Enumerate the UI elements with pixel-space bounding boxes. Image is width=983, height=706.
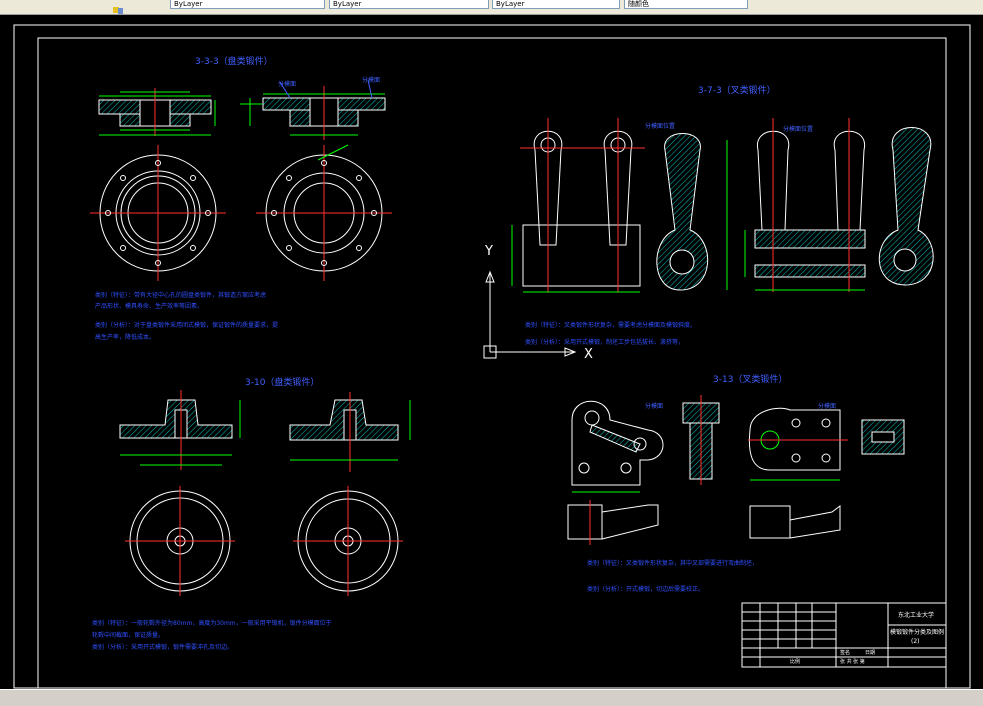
titleblock-label-4: 张 共 张 第 (840, 658, 865, 665)
titleblock-label-1: 签名 (840, 649, 850, 656)
note-3a: 类别（特征）：一般轮毂外径为80mm，高度为30mm，一般采用平锻机，锻件分模面… (92, 619, 332, 627)
fork-side-view (656, 133, 728, 291)
titleblock-label-3: 比例 (790, 658, 800, 665)
lever-plan-left (571, 400, 664, 493)
label-parting-3: 分模面位置 (645, 122, 675, 130)
label-parting-2: 分模面 (362, 76, 380, 84)
fork-front-view (511, 118, 645, 293)
label-parting-6: 分模面 (818, 402, 836, 410)
note-2a: 类别（特征）：叉类锻件形状复杂，需要考虑分模面及模锻斜度。 (525, 321, 696, 329)
label-parting-4: 分模面位置 (783, 125, 813, 133)
lever-plan-right (748, 407, 848, 481)
titleblock-label-2: 日期 (865, 650, 875, 656)
linetype-control[interactable]: ByLayer (329, 0, 489, 9)
disc-section-left (98, 88, 216, 136)
note-3c: 类别（分析）：采用开式模锻，锻件需要冲孔及切边。 (92, 643, 233, 651)
lineweight-control[interactable]: ByLayer (492, 0, 620, 9)
disc-plan-right (256, 144, 392, 281)
hub-section-right (289, 392, 411, 472)
plotstyle-control[interactable]: 随颜色 (624, 0, 748, 9)
note-3b: 轮毂中间截面，保证质量。 (92, 631, 164, 639)
fork-top-view (744, 118, 866, 292)
note-4b: 类别（分析）：开式模锻，切边后需要校正。 (587, 585, 704, 593)
titleblock-sheet: (2) (911, 638, 920, 645)
note-2b: 类别（分析）：采用开式模锻，制坯工步包括拔长、滚挤等， (525, 338, 684, 346)
color-control[interactable]: ByLayer (170, 0, 325, 9)
title-3-13: 3-13（叉类锻件） (713, 373, 787, 385)
lever-side-left (567, 500, 659, 545)
lever-section-left (682, 395, 720, 485)
disc-plan-left (90, 145, 226, 281)
fork-end-view (878, 127, 934, 286)
drawing-svg[interactable]: 3-3-3（盘类锻件） 分模面 分模面 类别（特征）：带有大径中心孔的圆盘类锻件… (0, 15, 983, 689)
note-1d: 高生产率，降低成本。 (95, 333, 155, 341)
lever-section-right (861, 419, 905, 455)
title-3-3-3: 3-3-3（盘类锻件） (195, 55, 273, 67)
label-parting-5: 分模面 (645, 402, 663, 410)
drawing-canvas[interactable]: 3-3-3（盘类锻件） 分模面 分模面 类别（特征）：带有大径中心孔的圆盘类锻件… (0, 15, 983, 689)
note-1a: 类别（特征）：带有大径中心孔的圆盘类锻件，其锻造方案应考虑 (95, 291, 266, 299)
note-4a: 类别（特征）：叉类锻件形状复杂，其中叉部需要进行弯曲制坯， (587, 559, 758, 567)
hub-plan-right (293, 486, 403, 596)
titleblock-school: 东北工业大学 (898, 611, 934, 619)
layer-icon[interactable] (112, 0, 124, 14)
note-1c: 类别（分析）：对于盘类锻件采用闭式模锻，保证锻件的质量要求，提 (95, 321, 278, 329)
label-parting-1: 分模面 (278, 80, 296, 88)
ucs-x-label: X (584, 347, 593, 362)
hub-plan-left (125, 486, 235, 596)
title-3-7-3: 3-7-3（叉类锻件） (698, 84, 776, 96)
titleblock-name: 模锻锻件分类及图例 (890, 628, 944, 636)
ucs-y-label: Y (484, 244, 493, 259)
status-bar (0, 689, 983, 706)
hub-section-left (119, 390, 241, 470)
lever-side-right (749, 505, 841, 539)
toolbar: ByLayer ByLayer ByLayer 随颜色 (0, 0, 983, 15)
disc-section-right (240, 79, 386, 140)
note-1b: 产品形状、模具寿命、生产效率等因素。 (95, 302, 203, 310)
title-3-10: 3-10（盘类锻件） (245, 376, 319, 388)
